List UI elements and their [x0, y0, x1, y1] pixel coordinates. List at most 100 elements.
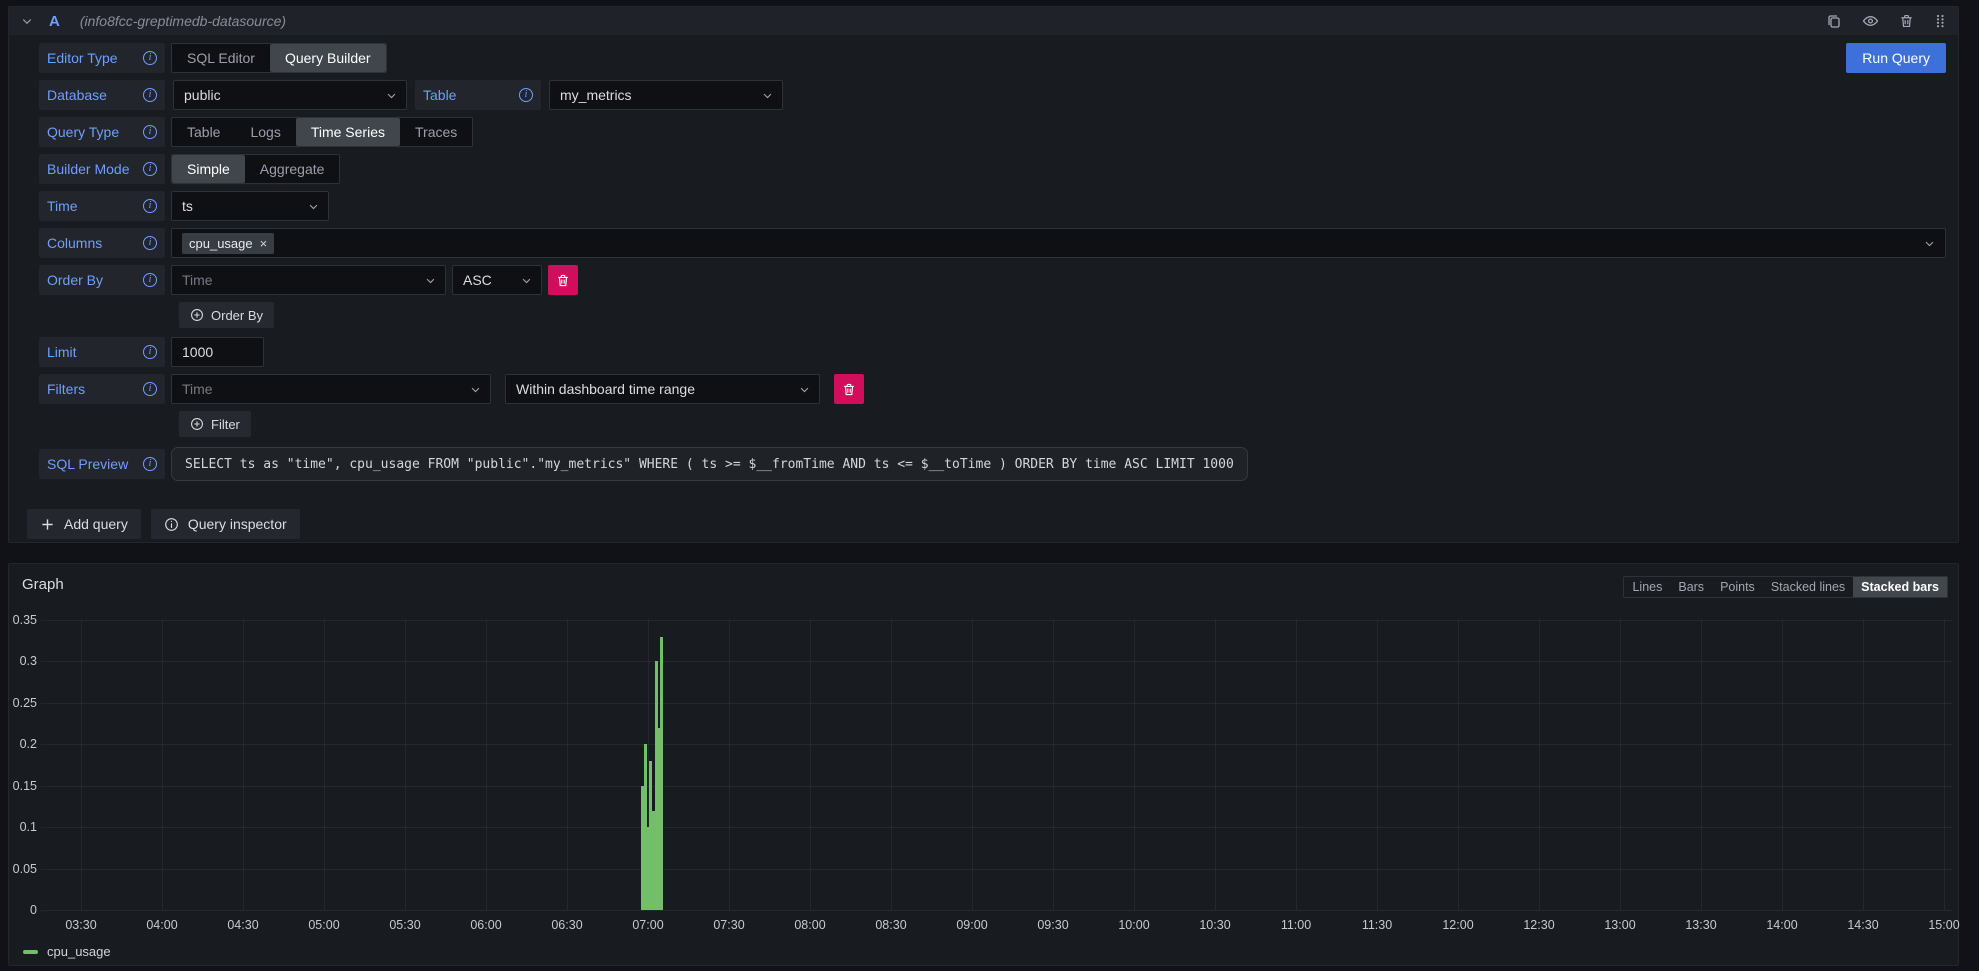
option-table[interactable]: Table — [172, 118, 235, 146]
gridline-v — [81, 620, 82, 910]
sql-preview-label: SQL Preview — [47, 456, 128, 472]
option-time-series[interactable]: Time Series — [296, 118, 400, 146]
add-filter-row: Filter — [39, 411, 1946, 437]
database-select[interactable]: public — [173, 80, 407, 110]
trash-icon[interactable] — [1899, 13, 1914, 29]
info-icon[interactable]: i — [143, 51, 157, 65]
x-tick-label: 14:00 — [1757, 918, 1807, 932]
eye-icon[interactable] — [1862, 13, 1879, 29]
remove-column-icon[interactable]: × — [260, 237, 268, 250]
table-select[interactable]: my_metrics — [549, 80, 783, 110]
y-tick-label: 0 — [9, 903, 37, 917]
add-order-by-button[interactable]: Order By — [179, 302, 274, 328]
legend-item-cpu-usage[interactable]: cpu_usage — [23, 944, 111, 959]
database-label: Database — [47, 87, 107, 103]
filters-label: Filters — [47, 381, 85, 397]
query-inspector-button[interactable]: Query inspector — [151, 509, 300, 539]
gridline-v — [729, 620, 730, 910]
x-tick-label: 08:00 — [785, 918, 835, 932]
info-icon[interactable]: i — [143, 457, 157, 471]
y-tick-label: 0.15 — [9, 779, 37, 793]
editor-type-label: Editor Type — [47, 50, 118, 66]
order-by-field-select[interactable]: Time — [171, 265, 446, 295]
x-tick-label: 15:00 — [1919, 918, 1969, 932]
option-logs[interactable]: Logs — [235, 118, 295, 146]
gridline-v — [567, 620, 568, 910]
filter-field-placeholder: Time — [182, 381, 213, 397]
info-icon[interactable]: i — [519, 88, 533, 102]
info-icon[interactable]: i — [143, 236, 157, 250]
info-icon[interactable]: i — [143, 382, 157, 396]
database-table-row: Database i public Table i my_metrics — [39, 80, 1946, 110]
info-icon[interactable]: i — [143, 125, 157, 139]
gridline-v — [1782, 620, 1783, 910]
x-tick-label: 10:00 — [1109, 918, 1159, 932]
query-inspector-label: Query inspector — [188, 516, 287, 532]
collapse-chevron-icon[interactable] — [21, 15, 33, 27]
time-label: Time — [47, 198, 78, 214]
sql-preview-box: SELECT ts as "time", cpu_usage FROM "pub… — [171, 447, 1248, 481]
column-chip-label: cpu_usage — [189, 236, 253, 251]
order-by-field-placeholder: Time — [182, 272, 213, 288]
order-by-direction-select[interactable]: ASC — [452, 265, 542, 295]
option-aggregate[interactable]: Aggregate — [245, 155, 340, 183]
columns-multiselect[interactable]: cpu_usage × — [171, 228, 1946, 258]
legend-series-label: cpu_usage — [47, 944, 111, 959]
time-label-box: Time i — [39, 191, 165, 221]
filter-condition-select[interactable]: Within dashboard time range — [505, 374, 820, 404]
filter-condition-value: Within dashboard time range — [516, 381, 695, 397]
info-icon[interactable]: i — [143, 273, 157, 287]
bar-cpu-usage-07-05[interactable] — [660, 637, 663, 910]
add-filter-button[interactable]: Filter — [179, 411, 251, 437]
gridline-v — [1458, 620, 1459, 910]
query-type-label: Query Type — [47, 124, 119, 140]
x-tick-label: 05:30 — [380, 918, 430, 932]
y-tick-label: 0.25 — [9, 696, 37, 710]
filter-field-select[interactable]: Time — [171, 374, 491, 404]
gridline-v — [1539, 620, 1540, 910]
option-query-builder[interactable]: Query Builder — [270, 44, 386, 72]
query-actions — [1826, 13, 1946, 29]
gridline-v — [243, 620, 244, 910]
info-icon[interactable]: i — [143, 199, 157, 213]
order-by-row: Order By i Time ASC — [39, 265, 1946, 295]
add-filter-label: Filter — [211, 417, 240, 432]
info-icon[interactable]: i — [143, 162, 157, 176]
gridline-h — [41, 869, 1953, 870]
gridline-v — [972, 620, 973, 910]
display-mode-points[interactable]: Points — [1712, 577, 1763, 597]
drag-handle-icon[interactable] — [1934, 13, 1946, 29]
option-traces[interactable]: Traces — [400, 118, 472, 146]
builder-mode-label: Builder Mode — [47, 161, 130, 177]
columns-label-box: Columns i — [39, 228, 165, 258]
display-mode-stacked-bars[interactable]: Stacked bars — [1853, 577, 1947, 597]
chevron-down-icon — [762, 90, 773, 101]
display-mode-bars[interactable]: Bars — [1670, 577, 1712, 597]
gridline-h — [41, 910, 1953, 911]
x-tick-label: 05:00 — [299, 918, 349, 932]
option-sql-editor[interactable]: SQL Editor — [172, 44, 270, 72]
limit-input[interactable] — [171, 337, 264, 367]
gridline-v — [405, 620, 406, 910]
x-tick-label: 03:30 — [56, 918, 106, 932]
duplicate-icon[interactable] — [1826, 13, 1842, 29]
gridline-v — [1053, 620, 1054, 910]
display-mode-lines[interactable]: Lines — [1624, 577, 1670, 597]
x-tick-label: 09:00 — [947, 918, 997, 932]
add-query-button[interactable]: Add query — [27, 509, 141, 539]
plot-area[interactable]: 03:3004:0004:3005:0005:3006:0006:3007:00… — [41, 612, 1953, 910]
chevron-down-icon — [799, 384, 810, 395]
x-tick-label: 13:00 — [1595, 918, 1645, 932]
option-simple[interactable]: Simple — [172, 155, 245, 183]
info-icon[interactable]: i — [143, 345, 157, 359]
info-icon[interactable]: i — [143, 88, 157, 102]
remove-filter-button[interactable] — [834, 374, 864, 404]
query-type-segmented: TableLogsTime SeriesTraces — [171, 117, 473, 147]
gridline-h — [41, 786, 1953, 787]
remove-order-by-button[interactable] — [548, 265, 578, 295]
time-column-select[interactable]: ts — [171, 191, 329, 221]
display-mode-stacked-lines[interactable]: Stacked lines — [1763, 577, 1853, 597]
query-ref-id[interactable]: A — [49, 13, 60, 30]
time-row: Time i ts — [39, 191, 1946, 221]
y-tick-label: 0.3 — [9, 654, 37, 668]
